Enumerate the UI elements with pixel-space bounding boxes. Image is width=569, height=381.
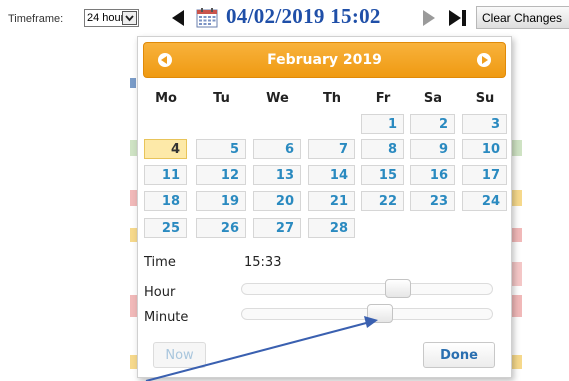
minute-slider-handle[interactable] [367, 304, 393, 323]
background-fragment [512, 228, 522, 242]
day-cell[interactable]: 6 [253, 139, 301, 159]
day-cell[interactable]: 16 [410, 165, 455, 185]
minute-label: Minute [144, 310, 189, 325]
minute-slider[interactable] [241, 304, 493, 323]
day-cell[interactable]: 21 [308, 191, 355, 211]
weekday-header: Mo [155, 91, 177, 106]
weekday-header: Fr [375, 91, 391, 106]
day-cell[interactable]: 22 [361, 191, 404, 211]
background-fragment [130, 190, 137, 206]
time-label: Time [144, 255, 176, 270]
now-button[interactable]: Now [153, 342, 206, 368]
weekday-header: Th [322, 91, 342, 106]
datepicker-popup: February 2019 Mo Tu We Th Fr Sa Su 1 2 3 4 5 6 7 8 9 10… [137, 36, 512, 378]
day-cell[interactable]: 2 [410, 114, 455, 134]
day-cell[interactable]: 26 [196, 218, 246, 238]
next-month-icon[interactable] [477, 53, 491, 67]
background-fragment [512, 355, 522, 369]
skip-to-end-icon[interactable] [449, 10, 469, 27]
month-title: February 2019 [267, 52, 382, 68]
day-cell[interactable]: 15 [361, 165, 404, 185]
weekday-header: Tu [213, 91, 230, 106]
day-cell[interactable]: 4 [144, 139, 187, 159]
timeframe-label: Timeframe: [8, 13, 64, 25]
day-cell[interactable]: 17 [462, 165, 507, 185]
triangle-left-icon[interactable] [172, 10, 184, 26]
day-cell[interactable]: 13 [253, 165, 301, 185]
done-button[interactable]: Done [423, 342, 495, 368]
background-fragment [512, 140, 522, 156]
day-cell[interactable]: 24 [462, 191, 507, 211]
day-cell[interactable]: 5 [196, 139, 246, 159]
triangle-right-icon[interactable] [423, 10, 435, 26]
background-fragment [130, 78, 136, 88]
day-cell[interactable]: 14 [308, 165, 355, 185]
day-cell[interactable]: 1 [361, 114, 404, 134]
day-cell[interactable]: 27 [253, 218, 301, 238]
hour-slider[interactable] [241, 279, 493, 298]
toolbar: Timeframe: 24 hours 04/02/2019 15:02 Cle… [0, 0, 569, 36]
day-cell[interactable]: 25 [144, 218, 187, 238]
day-cell[interactable]: 20 [253, 191, 301, 211]
next-month-arrow [482, 56, 488, 64]
current-datetime: 04/02/2019 15:02 [226, 4, 381, 28]
day-cell[interactable]: 9 [410, 139, 455, 159]
hour-slider-handle[interactable] [385, 279, 411, 298]
background-fragment [512, 295, 522, 317]
hour-label: Hour [144, 285, 176, 300]
background-fragment [130, 140, 137, 156]
background-fragment [512, 190, 522, 206]
day-cell[interactable]: 7 [308, 139, 355, 159]
day-cell[interactable]: 23 [410, 191, 455, 211]
day-cell[interactable]: 28 [308, 218, 355, 238]
background-fragment [130, 355, 137, 369]
weekday-header: Su [475, 91, 495, 106]
datepicker-header: February 2019 [143, 42, 506, 78]
day-cell[interactable]: 8 [361, 139, 404, 159]
day-cell[interactable]: 12 [196, 165, 246, 185]
skip-to-end-bar [462, 10, 466, 26]
background-fragment [130, 295, 137, 317]
weekday-header: We [266, 91, 289, 106]
day-cell[interactable]: 19 [196, 191, 246, 211]
clear-changes-button[interactable]: Clear Changes [476, 6, 569, 29]
calendar-icon[interactable] [196, 7, 218, 28]
day-cell[interactable]: 3 [462, 114, 507, 134]
timeframe-select[interactable]: 24 hours [84, 9, 139, 27]
chevron-down-icon[interactable] [122, 11, 137, 25]
skip-to-end-triangle [449, 10, 461, 26]
day-cell[interactable]: 10 [462, 139, 507, 159]
weekday-header: Sa [423, 91, 443, 106]
background-fragment [514, 78, 569, 88]
day-cell[interactable]: 18 [144, 191, 187, 211]
time-value: 15:33 [244, 255, 282, 270]
day-cell[interactable]: 11 [144, 165, 187, 185]
background-fragment [130, 228, 137, 242]
screenshot-stage: Timeframe: 24 hours 04/02/2019 15:02 Cle… [0, 0, 569, 381]
background-fragment [512, 262, 522, 286]
